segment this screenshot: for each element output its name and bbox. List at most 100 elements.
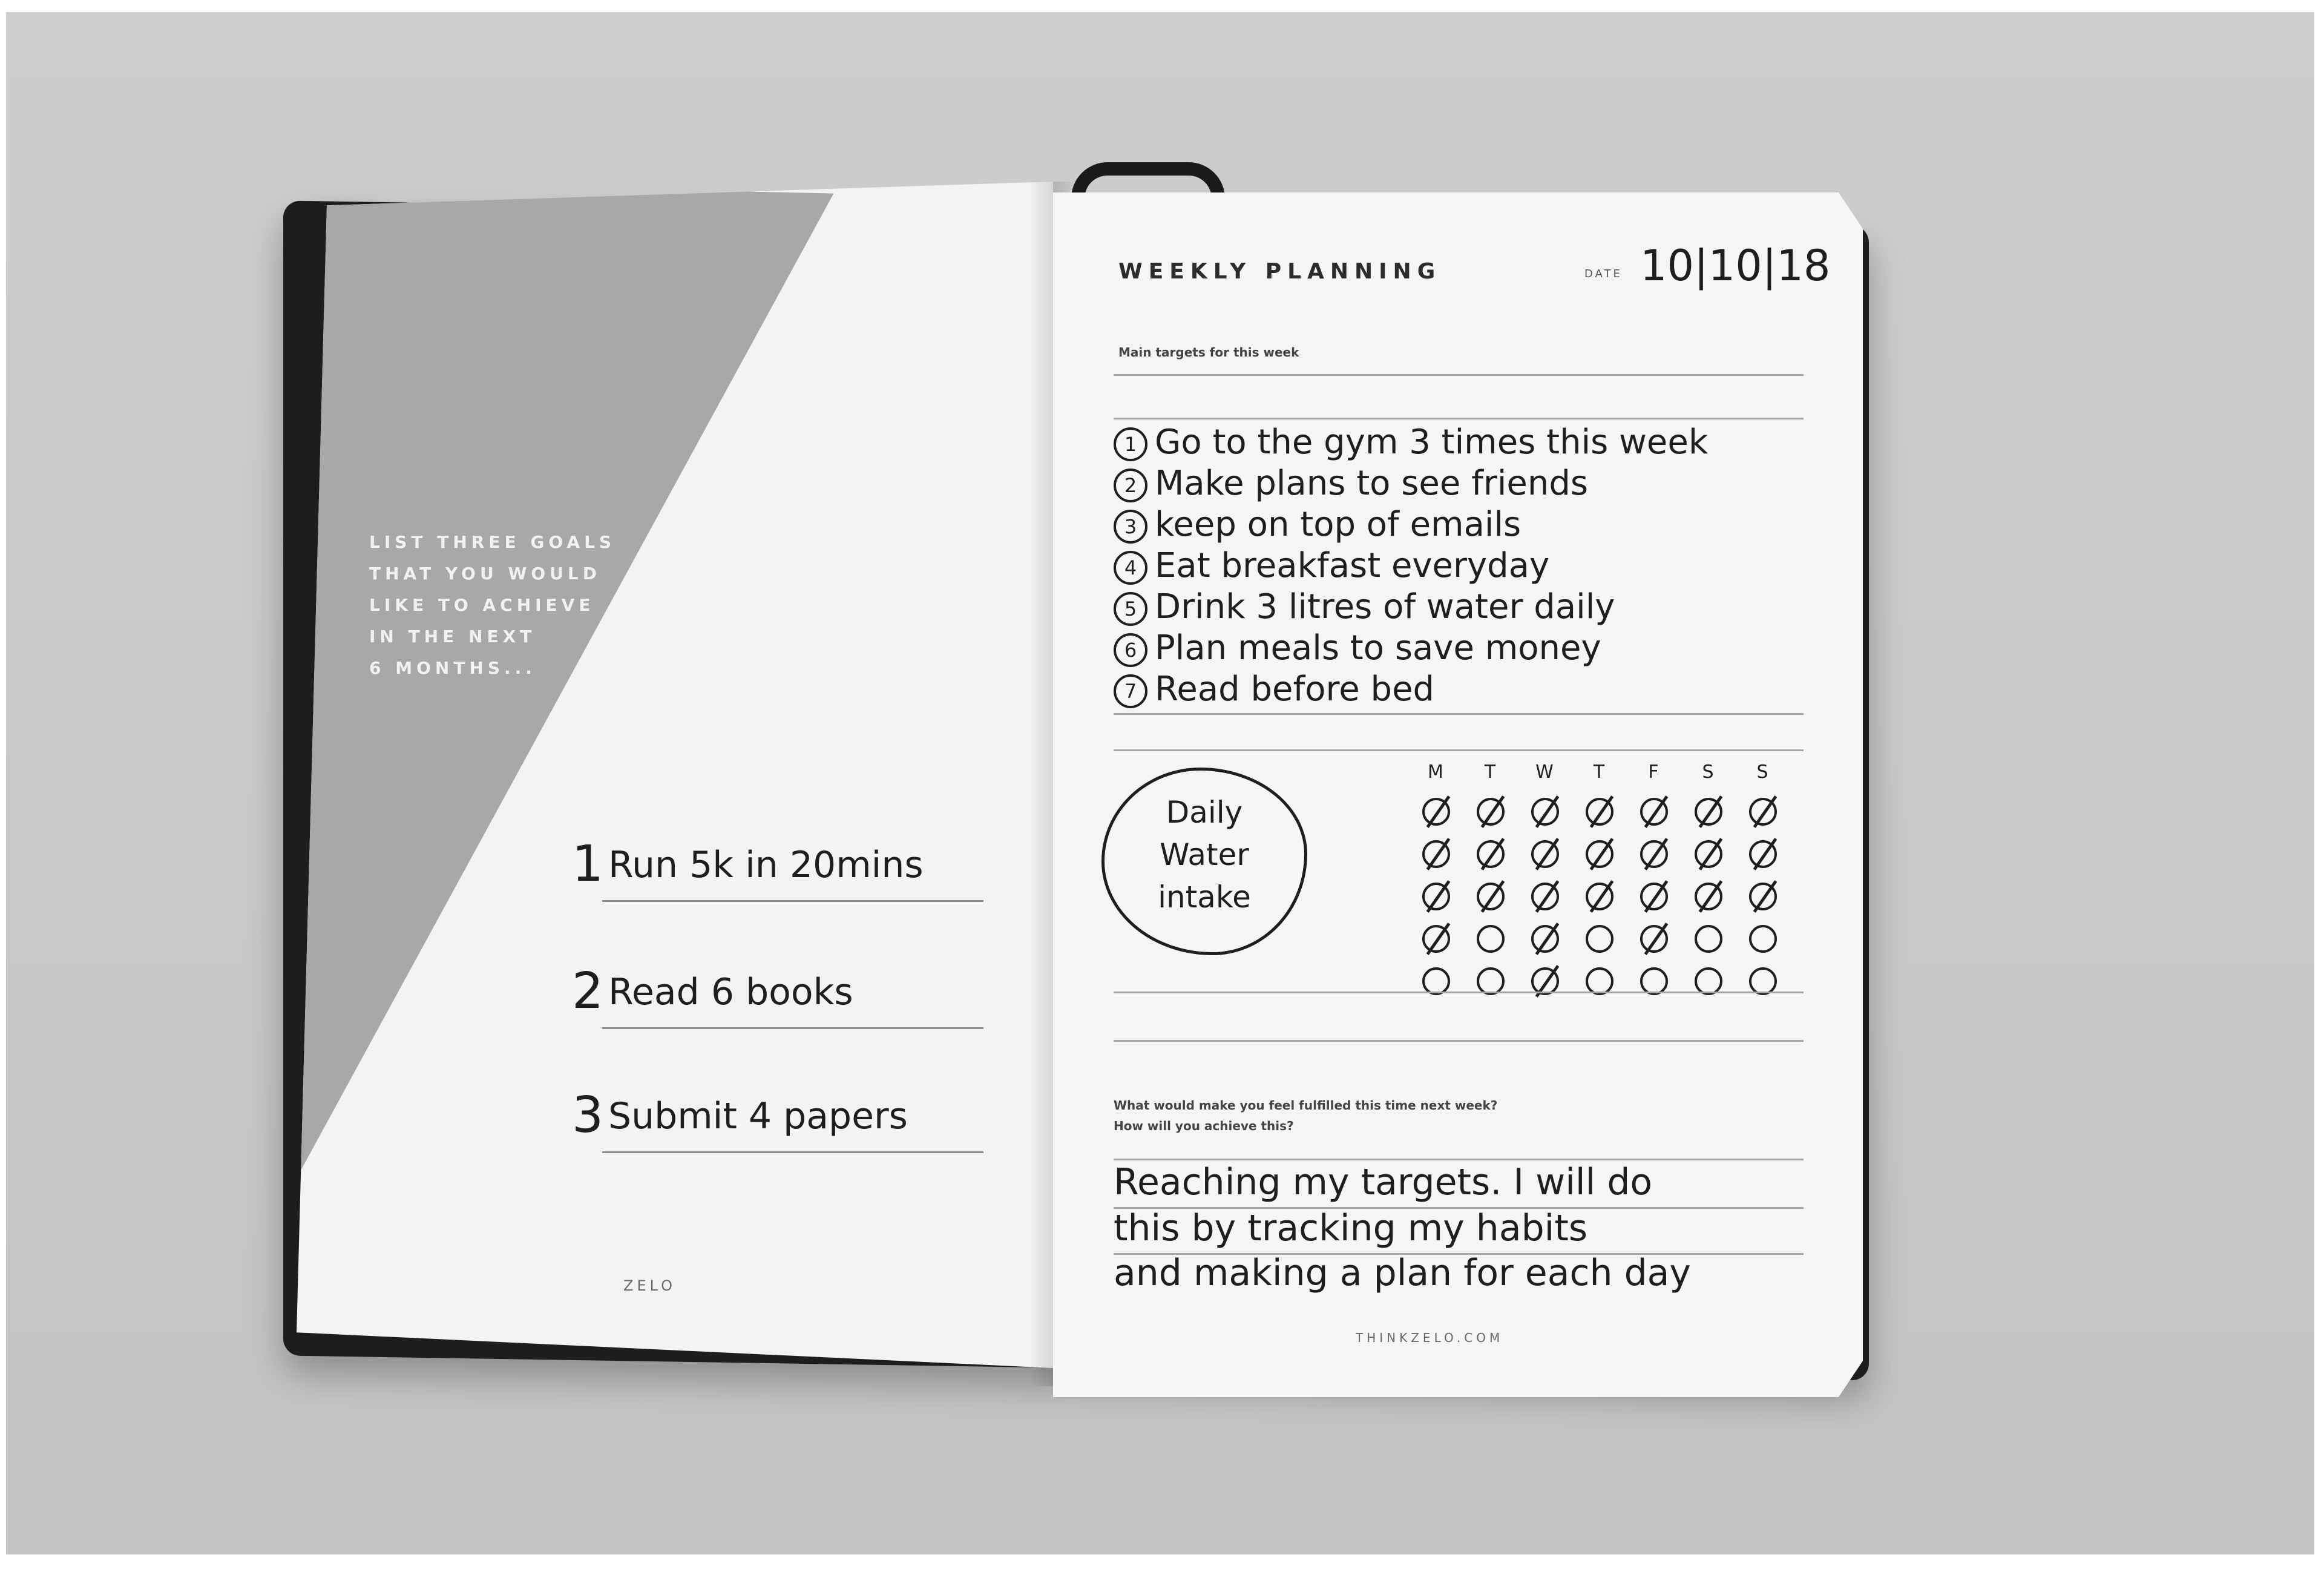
frame-border	[0, 1554, 2324, 1569]
page-title: WEEKLY PLANNING	[1118, 259, 1442, 284]
target-text: Eat breakfast everyday	[1155, 546, 1550, 585]
day-label: W	[1535, 761, 1554, 783]
goal-number: 1	[572, 835, 604, 893]
day-label: S	[1702, 761, 1714, 783]
reflection-question: How will you achieve this?	[1114, 1119, 1294, 1133]
target-number: 6	[1114, 633, 1147, 667]
target-text: keep on top of emails	[1155, 505, 1521, 544]
target-item: 1 Go to the gym 3 times this week	[1114, 423, 1840, 464]
checked-circle	[1477, 883, 1505, 910]
target-number: 7	[1114, 674, 1147, 708]
target-text: Make plans to see friends	[1155, 464, 1589, 503]
habit-label-line: intake	[1158, 880, 1251, 915]
target-item: 3 keep on top of emails	[1114, 505, 1840, 546]
habit-label-line: Daily	[1166, 795, 1243, 830]
target-number: 4	[1114, 551, 1147, 585]
checked-circle	[1749, 798, 1777, 826]
day-label: F	[1648, 761, 1659, 783]
target-item: 5 Drink 3 litres of water daily	[1114, 587, 1840, 628]
ruled-line	[1114, 992, 1804, 993]
answer-line: Reaching my targets. I will do	[1114, 1161, 1653, 1203]
targets-label: Main targets for this week	[1118, 345, 1299, 360]
habit-label-cloud: Daily Water intake	[1101, 768, 1307, 955]
ruled-line	[1114, 1040, 1804, 1042]
day-label: S	[1756, 761, 1768, 783]
checked-circle	[1422, 798, 1450, 826]
date-label: DATE	[1584, 268, 1623, 280]
checked-circle	[1695, 883, 1722, 910]
checked-circle	[1477, 798, 1505, 826]
frame-border	[0, 0, 2324, 12]
goal-row: 1 Run 5k in 20mins	[572, 835, 983, 902]
goal-number: 3	[572, 1087, 604, 1144]
goal-text: Read 6 books	[608, 971, 853, 1013]
ruled-line	[1114, 1159, 1804, 1160]
target-item: 4 Eat breakfast everyday	[1114, 546, 1840, 587]
brand-footer: ZELO	[623, 1277, 677, 1294]
answer-line: this by tracking my habits	[1114, 1207, 1588, 1249]
checked-circle	[1586, 883, 1613, 910]
checked-circle	[1695, 840, 1722, 868]
goal-number: 2	[572, 962, 604, 1020]
target-text: Read before bed	[1155, 669, 1435, 709]
target-item: 2 Make plans to see friends	[1114, 464, 1840, 505]
date-value: 10|10|18	[1640, 241, 1831, 291]
prompt-line: IN THE NEXT	[369, 627, 536, 646]
prompt-line: LIST THREE GOALS	[369, 532, 616, 552]
prompt-line: LIKE TO ACHIEVE	[369, 595, 595, 615]
ruled-line	[1114, 713, 1804, 715]
checked-circle	[1640, 798, 1668, 826]
target-number: 5	[1114, 592, 1147, 626]
prompt-line: THAT YOU WOULD	[369, 564, 601, 584]
checked-circle	[1640, 840, 1668, 868]
checked-circle	[1586, 798, 1613, 826]
day-label: M	[1428, 761, 1443, 783]
goal-underline	[602, 900, 983, 902]
day-label: T	[1593, 761, 1605, 783]
ruled-line	[1114, 749, 1804, 751]
goal-row: 2 Read 6 books	[572, 962, 983, 1029]
right-page: WEEKLY PLANNING DATE 10|10|18 Main targe…	[1053, 192, 1863, 1397]
checked-circle	[1749, 840, 1777, 868]
checked-circle	[1531, 925, 1559, 953]
ruled-line	[1114, 374, 1804, 376]
frame-border	[0, 0, 6, 1569]
reflection-question: What would make you feel fulfilled this …	[1114, 1098, 1498, 1113]
target-number: 2	[1114, 469, 1147, 502]
goal-text: Run 5k in 20mins	[608, 844, 924, 886]
checked-circle	[1422, 840, 1450, 868]
target-item: 7 Read before bed	[1114, 669, 1840, 711]
checked-circle	[1640, 883, 1668, 910]
answer-line: and making a plan for each day	[1114, 1252, 1691, 1294]
frame-border	[2314, 0, 2324, 1569]
target-number: 1	[1114, 427, 1147, 461]
checked-circle	[1422, 925, 1450, 953]
target-number: 3	[1114, 510, 1147, 544]
day-label: T	[1484, 761, 1496, 783]
goal-text: Submit 4 papers	[608, 1095, 908, 1137]
checked-circle	[1477, 840, 1505, 868]
checked-circle	[1531, 883, 1559, 910]
habit-label-line: Water	[1160, 837, 1249, 872]
goal-underline	[602, 1027, 983, 1029]
goal-underline	[602, 1151, 983, 1153]
target-text: Drink 3 litres of water daily	[1155, 587, 1615, 627]
checked-circle	[1422, 883, 1450, 910]
empty-circle	[1586, 925, 1613, 953]
checked-circle	[1640, 925, 1668, 953]
checked-circle	[1531, 798, 1559, 826]
left-page: LIST THREE GOALS THAT YOU WOULD LIKE TO …	[297, 182, 1053, 1368]
target-text: Go to the gym 3 times this week	[1155, 423, 1709, 462]
grey-diagonal-panel	[297, 182, 834, 1179]
empty-circle	[1749, 925, 1777, 953]
target-text: Plan meals to save money	[1155, 628, 1601, 668]
target-item: 6 Plan meals to save money	[1114, 628, 1840, 669]
goal-row: 3 Submit 4 papers	[572, 1087, 983, 1153]
checked-circle	[1586, 840, 1613, 868]
open-notebook: LIST THREE GOALS THAT YOU WOULD LIKE TO …	[0, 0, 2324, 1569]
empty-circle	[1695, 925, 1722, 953]
empty-circle	[1477, 925, 1505, 953]
goals-prompt: LIST THREE GOALS THAT YOU WOULD LIKE TO …	[369, 527, 623, 684]
website-footer: THINKZELO.COM	[1356, 1331, 1504, 1345]
prompt-line: 6 MONTHS...	[369, 658, 536, 678]
